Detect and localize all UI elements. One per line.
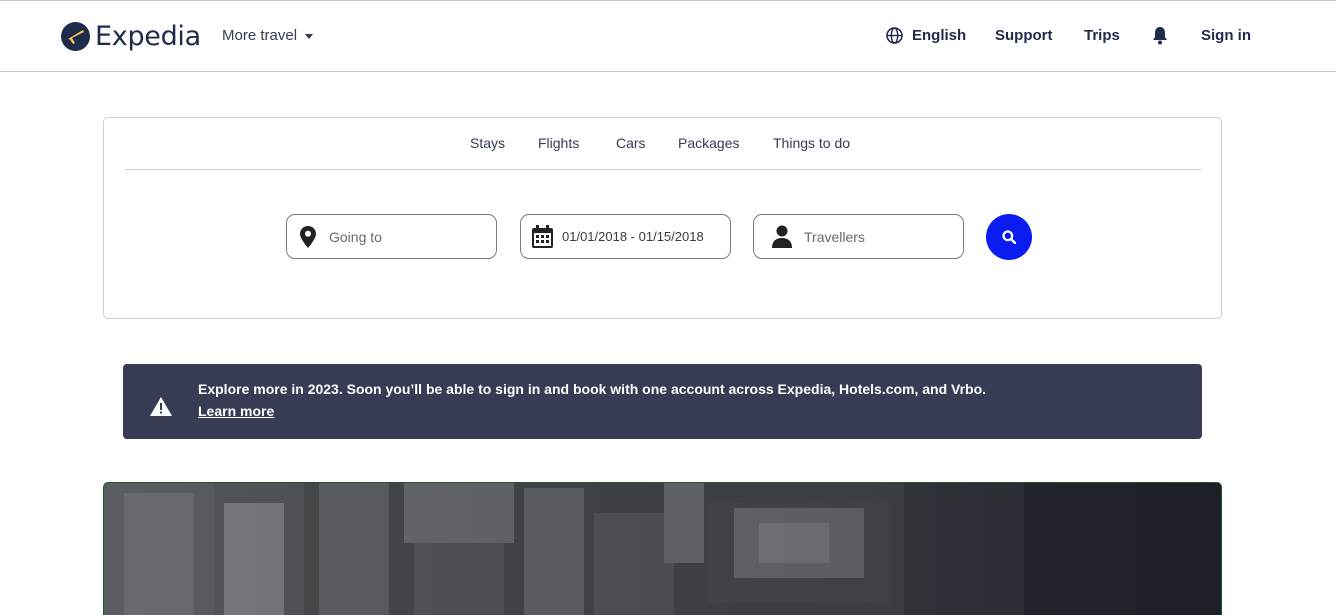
travellers-placeholder: Travellers bbox=[804, 228, 865, 245]
dates-field[interactable]: 01/01/2018 - 01/15/2018 bbox=[520, 214, 731, 259]
calendar-icon bbox=[531, 225, 553, 249]
plane-logo-icon bbox=[61, 21, 90, 51]
banner-message: Explore more in 2023. Soon you’ll be abl… bbox=[198, 381, 987, 397]
city-skyline-image bbox=[104, 483, 1221, 615]
tab-cars[interactable]: Cars bbox=[616, 135, 646, 151]
destination-placeholder: Going to bbox=[329, 228, 382, 245]
account-alert-banner: Explore more in 2023. Soon you’ll be abl… bbox=[123, 364, 1202, 439]
tab-packages[interactable]: Packages bbox=[678, 135, 739, 151]
dates-value: 01/01/2018 - 01/15/2018 bbox=[562, 229, 704, 244]
search-button[interactable] bbox=[986, 214, 1032, 260]
person-icon bbox=[771, 225, 793, 249]
site-header: Expedia More travel English Support Trip… bbox=[0, 0, 1336, 72]
language-label: English bbox=[912, 27, 967, 44]
tab-flights[interactable]: Flights bbox=[538, 135, 579, 151]
brand-name: Expedia bbox=[95, 20, 201, 52]
support-link[interactable]: Support bbox=[995, 27, 1053, 44]
tab-things-to-do[interactable]: Things to do bbox=[773, 135, 850, 151]
search-icon bbox=[1002, 230, 1016, 244]
search-panel: Stays Flights Cars Packages Things to do… bbox=[103, 117, 1222, 319]
learn-more-link[interactable]: Learn more bbox=[198, 403, 274, 419]
bell-icon bbox=[1153, 27, 1167, 45]
warning-icon bbox=[150, 397, 172, 416]
map-pin-icon bbox=[297, 225, 319, 249]
trips-link[interactable]: Trips bbox=[1084, 27, 1120, 44]
sign-in-link[interactable]: Sign in bbox=[1201, 27, 1251, 44]
language-selector[interactable]: English bbox=[886, 27, 966, 44]
search-tabs: Stays Flights Cars Packages Things to do bbox=[125, 118, 1201, 170]
expedia-logo[interactable]: Expedia bbox=[61, 20, 201, 52]
notifications-button[interactable] bbox=[1151, 26, 1169, 50]
destination-field[interactable]: Going to bbox=[286, 214, 497, 259]
hero-image bbox=[103, 482, 1222, 615]
travellers-field[interactable]: Travellers bbox=[753, 214, 964, 259]
more-travel-label: More travel bbox=[222, 27, 298, 44]
globe-icon bbox=[886, 27, 903, 44]
more-travel-menu[interactable]: More travel bbox=[222, 27, 314, 44]
caret-down-icon bbox=[305, 33, 314, 39]
tab-stays[interactable]: Stays bbox=[470, 135, 505, 151]
